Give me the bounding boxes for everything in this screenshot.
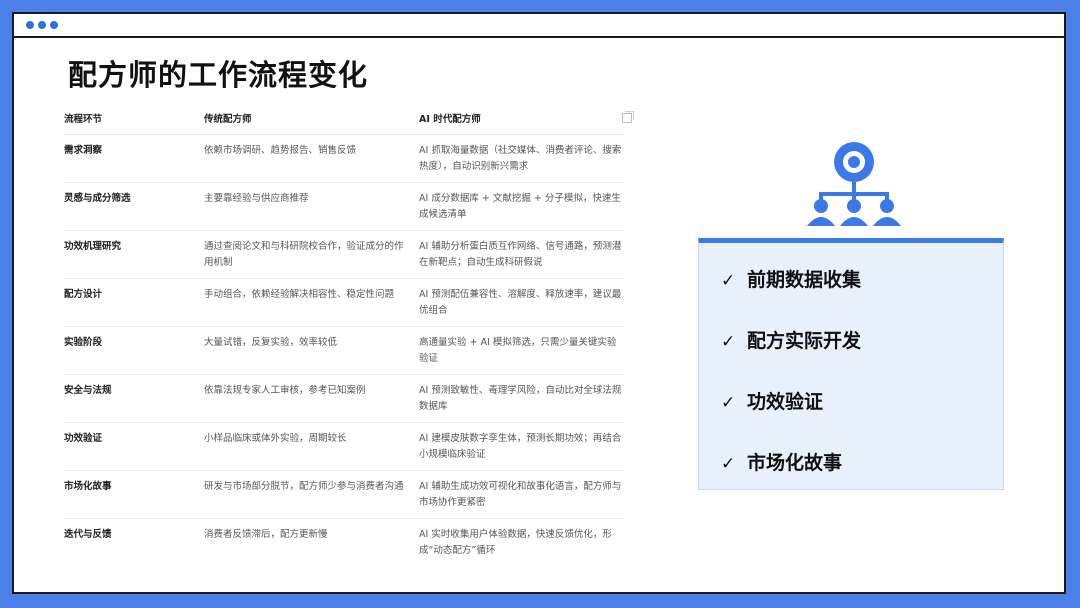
row-ai: AI 成分数据库 + 文献挖掘 + 分子模拟，快速生成候选清单 <box>419 182 624 231</box>
window-title-bar <box>14 14 1064 38</box>
row-traditional: 小样品临床或体外实验，周期较长 <box>204 422 419 471</box>
row-traditional: 研发与市场部分脱节，配方师少参与消费者沟通 <box>204 470 419 519</box>
window-dot-icon <box>26 21 34 29</box>
header-ai: AI 时代配方师 <box>419 114 481 125</box>
row-stage: 市场化故事 <box>64 470 204 519</box>
row-traditional: 依靠法规专家人工审核，参考已知案例 <box>204 374 419 423</box>
row-stage: 灵感与成分筛选 <box>64 182 204 231</box>
row-traditional: 大量试错，反复实验，效率较低 <box>204 326 419 375</box>
panel-item-label: 市场化故事 <box>747 452 843 474</box>
row-stage: 迭代与反馈 <box>64 529 112 540</box>
row-stage: 功效验证 <box>64 422 204 471</box>
check-icon: ✓ <box>721 271 736 291</box>
row-stage: 功效机理研究 <box>64 230 204 279</box>
table-header-row: 流程环节 传统配方师 AI 时代配方师 <box>64 108 634 135</box>
row-traditional: 消费者反馈滞后，配方更新慢 <box>204 529 328 540</box>
table-row: 迭代与反馈 消费者反馈滞后，配方更新慢 AI 实时收集用户体验数据，快速反馈优化… <box>64 519 624 567</box>
table-row: 安全与法规 依靠法规专家人工审核，参考已知案例 AI 预测致敏性、毒理学风险，自… <box>64 374 624 423</box>
table-row: 功效验证 小样品临床或体外实验，周期较长 AI 建模皮肤数字孪生体，预测长期功效… <box>64 422 624 471</box>
header-traditional: 传统配方师 <box>204 108 419 135</box>
copy-icon[interactable] <box>622 111 634 123</box>
panel-item: ✓ 配方实际开发 <box>721 326 861 353</box>
row-traditional: 依赖市场调研、趋势报告、销售反馈 <box>204 134 419 183</box>
row-ai: AI 辅助分析蛋白质互作网络、信号通路，预测潜在新靶点；自动生成科研假说 <box>419 230 624 279</box>
table-row: 实验阶段 大量试错，反复实验，效率较低 高通量实验 + AI 模拟筛选，只需少量… <box>64 326 624 375</box>
row-traditional: 主要靠经验与供应商推荐 <box>204 182 419 231</box>
row-stage: 实验阶段 <box>64 326 204 375</box>
check-icon: ✓ <box>721 454 736 474</box>
panel-item-label: 功效验证 <box>747 391 824 413</box>
key-stages-panel: ✓ 前期数据收集 ✓ 配方实际开发 ✓ 功效验证 ✓ 市场化故事 <box>698 238 1004 490</box>
panel-item-label: 配方实际开发 <box>747 330 862 352</box>
table-row: 需求洞察 依赖市场调研、趋势报告、销售反馈 AI 抓取海量数据（社交媒体、消费者… <box>64 134 624 183</box>
row-ai: AI 建模皮肤数字孪生体，预测长期功效；再结合小规模临床验证 <box>419 422 624 471</box>
row-traditional: 手动组合，依赖经验解决相容性、稳定性问题 <box>204 278 419 327</box>
row-ai: AI 辅助生成功效可视化和故事化语言，配方师与市场协作更紧密 <box>419 470 624 519</box>
row-ai: AI 预测配伍兼容性、溶解度、释放速率，建议最优组合 <box>419 278 624 327</box>
panel-item: ✓ 市场化故事 <box>721 448 842 475</box>
row-ai: AI 抓取海量数据（社交媒体、消费者评论、搜索热度），自动识别新兴需求 <box>419 134 624 183</box>
org-network-icon <box>807 142 901 226</box>
window-dot-icon <box>50 21 58 29</box>
window-dot-icon <box>38 21 46 29</box>
row-stage: 需求洞察 <box>64 134 204 183</box>
row-traditional: 通过查阅论文和与科研院校合作，验证成分的作用机制 <box>204 230 419 279</box>
check-icon: ✓ <box>721 332 736 352</box>
header-stage: 流程环节 <box>64 108 204 135</box>
table-row: 功效机理研究 通过查阅论文和与科研院校合作，验证成分的作用机制 AI 辅助分析蛋… <box>64 230 624 279</box>
panel-item: ✓ 功效验证 <box>721 387 823 414</box>
slide-window: 配方师的工作流程变化 流程环节 传统配方师 AI 时代配方师 需求洞察 依赖市场… <box>12 12 1066 594</box>
row-ai: 高通量实验 + AI 模拟筛选，只需少量关键实验验证 <box>419 326 624 375</box>
row-stage: 安全与法规 <box>64 374 204 423</box>
table-row: 市场化故事 研发与市场部分脱节，配方师少参与消费者沟通 AI 辅助生成功效可视化… <box>64 470 624 519</box>
row-stage: 配方设计 <box>64 278 204 327</box>
table-row: 灵感与成分筛选 主要靠经验与供应商推荐 AI 成分数据库 + 文献挖掘 + 分子… <box>64 182 624 231</box>
panel-item-label: 前期数据收集 <box>747 269 862 291</box>
workflow-comparison-table: 流程环节 传统配方师 AI 时代配方师 需求洞察 依赖市场调研、趋势报告、销售反… <box>64 108 634 567</box>
row-ai: AI 实时收集用户体验数据，快速反馈优化，形成“动态配方”循环 <box>419 529 612 556</box>
page-title: 配方师的工作流程变化 <box>68 58 369 92</box>
check-icon: ✓ <box>721 393 736 413</box>
row-ai: AI 预测致敏性、毒理学风险，自动比对全球法规数据库 <box>419 374 624 423</box>
table-row: 配方设计 手动组合，依赖经验解决相容性、稳定性问题 AI 预测配伍兼容性、溶解度… <box>64 278 624 327</box>
panel-item: ✓ 前期数据收集 <box>721 265 861 292</box>
